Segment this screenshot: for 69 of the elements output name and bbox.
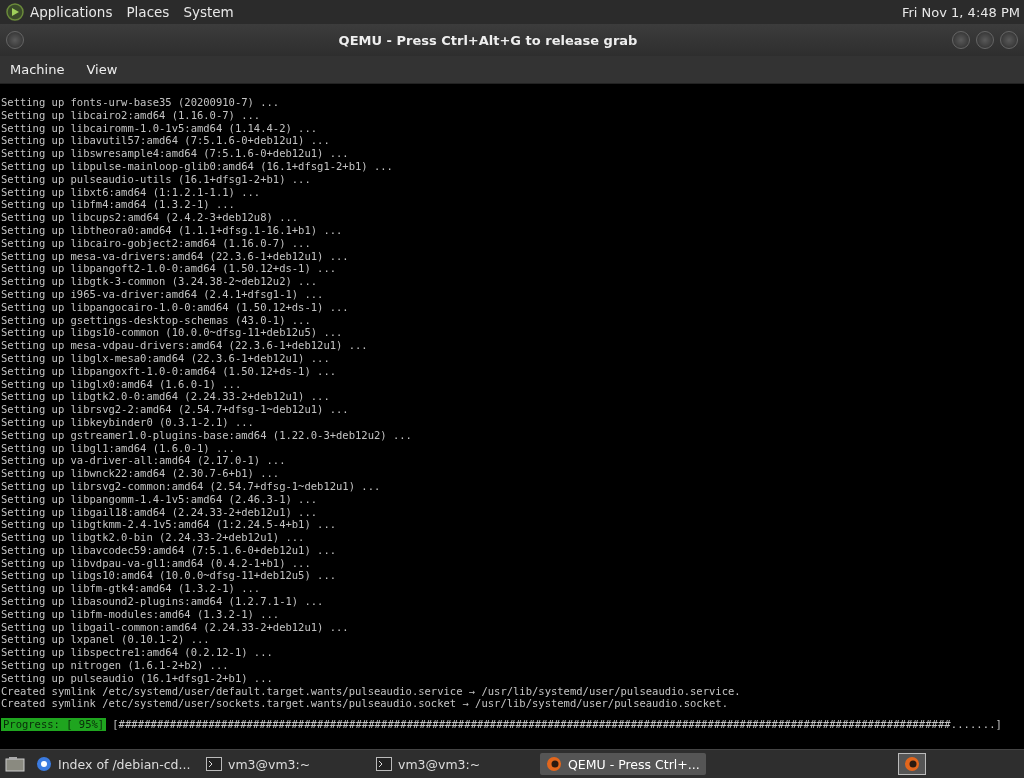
terminal-line: Setting up libfm4:amd64 (1.3.2-1) ... <box>1 198 236 212</box>
terminal-line: Setting up libcairo-gobject2:amd64 (1.16.0-7) ... <box>1 236 312 250</box>
panel-menu[interactable]: System <box>183 4 234 20</box>
progress-text: [##################################################################################################################################.......] <box>112 718 1002 732</box>
window-title: QEMU - Press Ctrl+Alt+G to release grab <box>337 32 639 48</box>
terminal-line: Setting up libvdpau-va-gl1:amd64 (0.4.2-1+b1) ... <box>1 556 312 570</box>
terminal-line: Created symlink /etc/systemd/user/default.target.wants/pulseaudio.service → /usr/lib/systemd/user/pulseaudio.service. <box>1 684 742 698</box>
terminal-line: Setting up libxt6:amd64 (1:1.2.1-1.1) ... <box>1 185 262 199</box>
maximize-button[interactable] <box>976 31 994 49</box>
terminal-line: Setting up libgtk2.0-bin (2.24.33-2+deb12u1) ... <box>1 531 306 544</box>
terminal-line: Setting up i965-va-driver:amd64 (2.4.1+dfsg1-1) ... <box>1 287 325 301</box>
clock[interactable]: Fri Nov 1, 4:48 PM <box>901 4 1020 20</box>
terminal-line: Setting up libwnck22:amd64 (2.30.7-6+b1) ... <box>1 467 281 480</box>
terminal-line: Setting up libglx0:amd64 (1.6.0-1) ... <box>1 377 243 391</box>
terminal-line: Setting up libkeybinder0 (0.3.1-2.1) ... <box>1 415 255 429</box>
terminal-line: Setting up mesa-vdpau-drivers:amd64 (22.3.6-1+deb12u1) ... <box>1 339 369 352</box>
taskbar-task[interactable]: vm3@vm3:~ <box>370 753 536 775</box>
show-desktop-icon[interactable] <box>4 755 26 773</box>
panel-menu[interactable]: Applications <box>30 4 113 20</box>
terminal-line: Setting up libasound2-plugins:amd64 (1.2.7.1-1) ... <box>1 595 325 608</box>
terminal-line: Setting up libgs10-common (10.0.0~dfsg-11+deb12u5) ... <box>1 326 344 340</box>
terminal-line: Setting up libcups2:amd64 (2.4.2-3+deb12u8) ... <box>1 211 300 224</box>
terminal-line: Setting up pulseaudio (16.1+dfsg1-2+b1) ... <box>1 671 274 685</box>
terminal-line: Setting up libgtk-3-common (3.24.38-2~deb12u2) ... <box>1 275 319 288</box>
terminal-line: Created symlink /etc/systemd/user/sockets.target.wants/pulseaudio.socket → /usr/lib/systemd/user/pulseaudio.socket. <box>1 697 729 711</box>
terminal-line: Setting up va-driver-all:amd64 (2.17.0-1) ... <box>1 454 287 468</box>
terminal-line: Setting up libtheora0:amd64 (1.1.1+dfsg.1-16.1+b1) ... <box>1 223 344 237</box>
window-menu-button[interactable] <box>6 31 24 49</box>
terminal-line: Setting up libpangocairo-1.0-0:amd64 (1.50.12+ds-1) ... <box>1 300 350 314</box>
terminal-line: Setting up librsvg2-2:amd64 (2.54.7+dfsg-1~deb12u1) ... <box>1 403 350 416</box>
menu-item[interactable]: Machine <box>10 62 65 77</box>
terminal-line: Setting up libgail-common:amd64 (2.24.33-2+deb12u1) ... <box>1 620 350 634</box>
terminal-line: Setting up nitrogen (1.6.1-2+b2) ... <box>1 659 230 672</box>
terminal-line: Setting up librsvg2-common:amd64 (2.54.7+dfsg-1~deb12u1) ... <box>1 479 382 493</box>
taskbar-task[interactable]: QEMU - Press Ctrl+... <box>540 753 706 775</box>
terminal-line: Setting up libpangoxft-1.0-0:amd64 (1.50.12+ds-1) ... <box>1 364 338 378</box>
terminal-line: Setting up libgail18:amd64 (2.24.33-2+deb12u1) ... <box>1 505 319 519</box>
terminal-line: Setting up libavutil57:amd64 (7:5.1.6-0+deb12u1) ... <box>1 134 331 148</box>
terminal-line: Setting up libavcodec59:amd64 (7:5.1.6-0+deb12u1) ... <box>1 543 338 557</box>
progress-label: Progress: [ 95%] <box>1 718 107 732</box>
terminal-line: Setting up libspectre1:amd64 (0.2.12-1) ... <box>1 646 274 660</box>
terminal-line: Setting up gstreamer1.0-plugins-base:amd64 (1.22.0-3+deb12u2) ... <box>1 428 413 442</box>
terminal-line: Setting up libgl1:amd64 (1.6.0-1) ... <box>1 441 236 455</box>
taskbar-task[interactable]: Index of /debian-cd... <box>30 753 196 775</box>
terminal-line: Setting up libcairomm-1.0-1v5:amd64 (1.14.4-2) ... <box>1 121 319 135</box>
terminal-icon <box>206 757 222 771</box>
terminal-line: Setting up libcairo2:amd64 (1.16.0-7) ... <box>1 108 262 122</box>
menu-item[interactable]: View <box>86 62 118 77</box>
close-button[interactable] <box>1000 31 1018 49</box>
terminal-line: Setting up gsettings-desktop-schemas (43.0-1) ... <box>1 313 312 327</box>
taskbar-task[interactable]: vm3@vm3:~ <box>200 753 366 775</box>
terminal-line: Setting up mesa-va-drivers:amd64 (22.3.6-1+deb12u1) ... <box>1 249 350 263</box>
terminal-line: Setting up fonts-urw-base35 (20200910-7) ... <box>1 96 281 109</box>
terminal-line: Setting up libfm-gtk4:amd64 (1.3.2-1) ... <box>1 582 262 596</box>
logo-icon[interactable] <box>6 3 24 21</box>
terminal-line: Setting up libgtkmm-2.4-1v5:amd64 (1:2.24.5-4+b1) ... <box>1 518 338 532</box>
panel-menu[interactable]: Places <box>126 4 170 20</box>
terminal-line: Setting up libgs10:amd64 (10.0.0~dfsg-11+deb12u5) ... <box>1 569 338 583</box>
terminal-line: Setting up libpangoft2-1.0-0:amd64 (1.50.12+ds-1) ... <box>1 262 338 276</box>
terminal-icon <box>376 757 392 771</box>
terminal-line: Setting up libpangomm-1.4-1v5:amd64 (2.46.3-1) ... <box>1 492 319 506</box>
terminal-line: Setting up libglx-mesa0:amd64 (22.3.6-1+deb12u1) ... <box>1 351 331 365</box>
terminal-line: Setting up lxpanel (0.10.1-2) ... <box>1 633 211 647</box>
terminal-line: Setting up libswresample4:amd64 (7:5.1.6-0+deb12u1) ... <box>1 147 350 160</box>
terminal-line: Setting up libfm-modules:amd64 (1.3.2-1) ... <box>1 607 281 621</box>
terminal-line: Setting up libpulse-mainloop-glib0:amd64 (16.1+dfsg1-2+b1) ... <box>1 160 394 173</box>
terminal-line: Setting up pulseaudio-utils (16.1+dfsg1-2+b1) ... <box>1 172 312 186</box>
minimize-button[interactable] <box>952 31 970 49</box>
terminal-line: Setting up libgtk2.0-0:amd64 (2.24.33-2+deb12u1) ... <box>1 390 331 404</box>
